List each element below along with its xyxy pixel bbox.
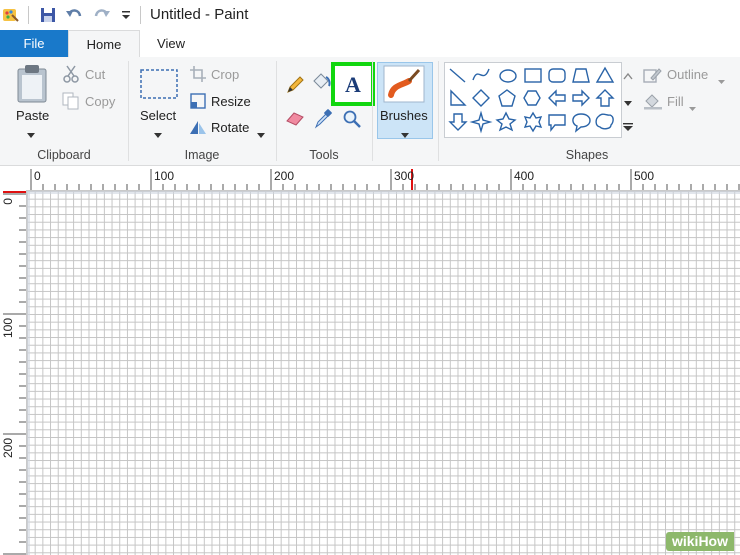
tab-home[interactable]: Home [68, 30, 140, 59]
rotate-dropdown-icon[interactable] [257, 126, 265, 144]
svg-text:A: A [345, 72, 361, 96]
pencil-icon[interactable] [285, 75, 305, 100]
clipboard-group-label: Clipboard [37, 148, 91, 162]
drawing-canvas[interactable] [27, 191, 740, 555]
shapes-expand-icon[interactable] [622, 119, 634, 137]
group-separator [276, 61, 277, 161]
brush-icon[interactable] [383, 65, 425, 108]
image-group-label: Image [184, 148, 220, 162]
fill-button[interactable]: Fill [667, 94, 684, 109]
ruler-corner [0, 166, 26, 190]
wikihow-watermark: wikiHow [665, 532, 734, 551]
window-title: Untitled - Paint [150, 6, 249, 23]
select-button[interactable]: Select [140, 108, 176, 123]
paste-icon[interactable] [15, 64, 49, 109]
tab-file[interactable]: File [0, 30, 68, 57]
crop-icon [190, 66, 206, 87]
cut-button[interactable]: Cut [85, 67, 105, 82]
resize-icon [190, 93, 206, 114]
title-separator [28, 6, 29, 24]
paste-button[interactable]: Paste [16, 108, 49, 123]
magnifier-icon[interactable] [342, 109, 362, 134]
eraser-icon[interactable] [285, 110, 305, 131]
ruler-left: 0 100 200 [0, 190, 27, 555]
save-icon[interactable] [38, 5, 58, 25]
ruler-top-label: 300 [394, 169, 415, 183]
shapes-scroll-down-icon[interactable] [623, 95, 633, 113]
customize-toolbar-icon[interactable] [116, 5, 136, 25]
undo-icon[interactable] [64, 5, 84, 25]
ruler-top-label: 200 [274, 169, 295, 183]
fill-icon [643, 92, 663, 115]
title-bar: Untitled - Paint [0, 0, 740, 30]
ribbon-tabs: File Home View [0, 30, 740, 59]
ruler-left-label: 0 [1, 198, 15, 205]
ruler-top-label: 500 [634, 169, 655, 183]
copy-button[interactable]: Copy [85, 94, 115, 109]
outline-button[interactable]: Outline [667, 67, 708, 82]
rotate-icon [189, 119, 207, 140]
ruler-left-label: 200 [1, 438, 15, 459]
shapes-scroll-up-icon[interactable] [623, 67, 633, 85]
select-dropdown-icon[interactable] [154, 126, 162, 144]
tools-group-label: Tools [309, 148, 339, 162]
scissors-icon [62, 65, 80, 88]
group-separator [128, 61, 129, 161]
text-icon[interactable]: A [331, 62, 375, 106]
group-separator [438, 61, 439, 161]
brushes-dropdown-icon[interactable] [401, 126, 409, 144]
group-separator [372, 61, 373, 161]
outline-icon [643, 66, 663, 89]
ribbon: Paste Cut Copy Clipboard Select Crop Res… [0, 57, 740, 166]
canvas-shadow-top [27, 191, 740, 194]
rotate-button[interactable]: Rotate [211, 120, 249, 135]
title-separator-2 [140, 6, 141, 24]
canvas-shadow-left [27, 191, 30, 555]
shapes-group-label: Shapes [565, 148, 609, 162]
crop-button[interactable]: Crop [211, 67, 239, 82]
fill-bucket-icon[interactable] [310, 71, 332, 98]
outline-dropdown-icon[interactable] [718, 72, 725, 90]
color-picker-icon[interactable] [314, 109, 332, 134]
redo-icon[interactable] [92, 5, 112, 25]
ruler-top-label: 100 [154, 169, 175, 183]
ruler-top: 0 100 200 300 400 500 [26, 166, 740, 191]
ruler-top-label: 400 [514, 169, 535, 183]
fill-dropdown-icon[interactable] [689, 99, 696, 117]
brushes-button[interactable]: Brushes [380, 108, 428, 123]
paste-dropdown-icon[interactable] [27, 126, 35, 144]
select-icon[interactable] [140, 69, 178, 104]
ruler-top-label: 0 [34, 169, 41, 183]
resize-button[interactable]: Resize [211, 94, 251, 109]
shapes-gallery [444, 62, 622, 138]
copy-icon [62, 92, 80, 115]
tab-view[interactable]: View [138, 30, 204, 57]
app-menu-icon[interactable] [0, 5, 20, 25]
ruler-left-label: 100 [1, 318, 15, 339]
